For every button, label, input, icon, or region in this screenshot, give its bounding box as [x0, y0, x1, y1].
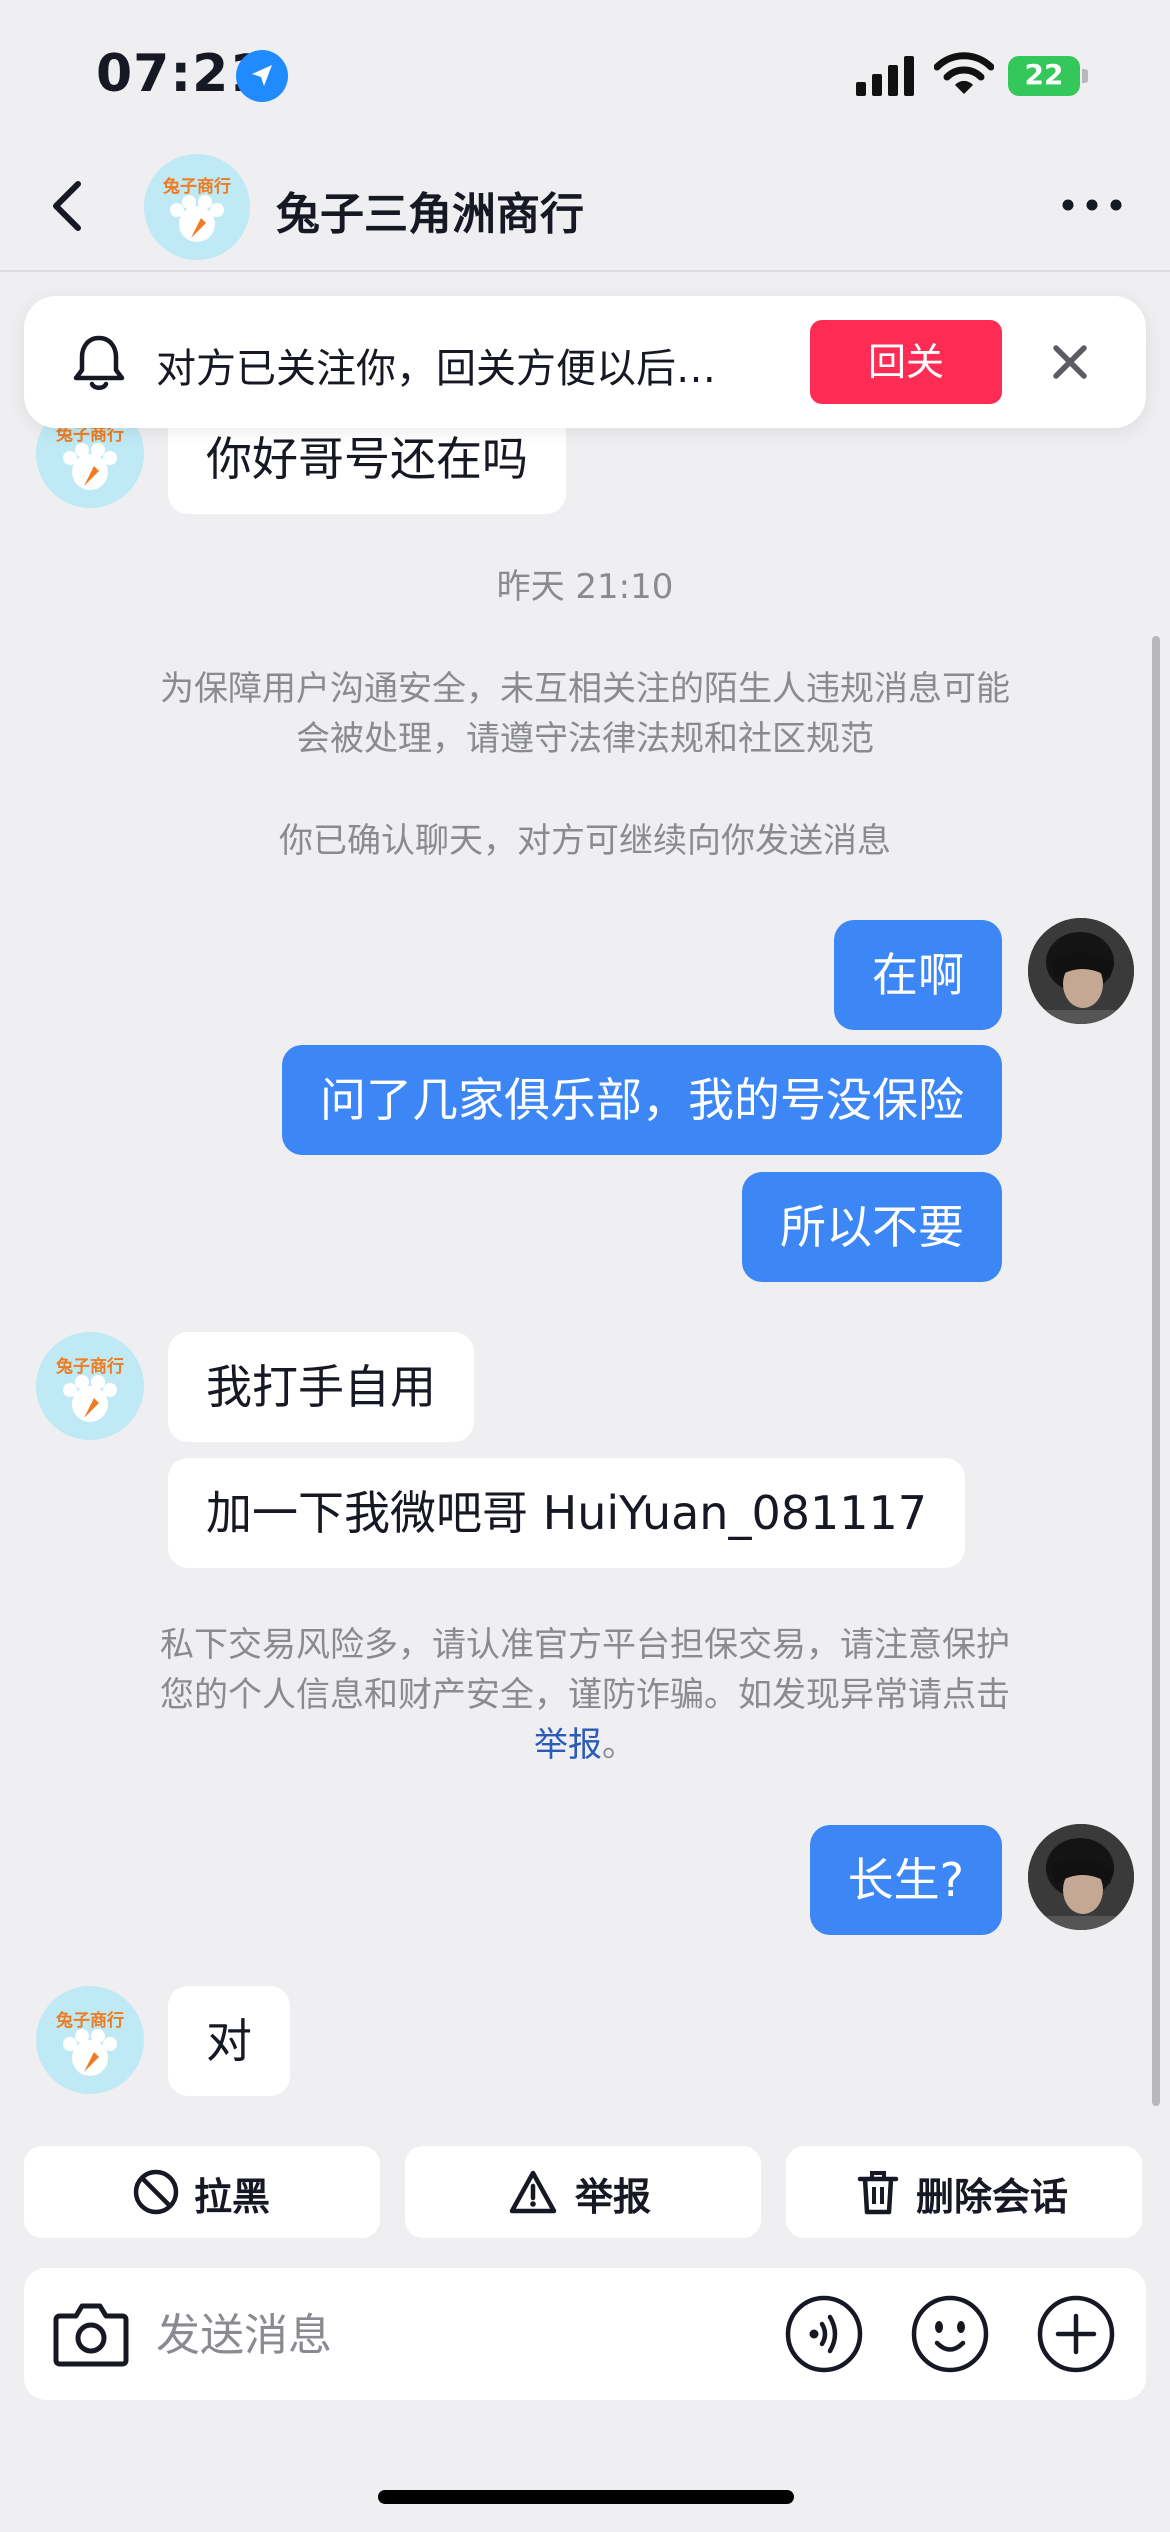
message-bubble-out[interactable]: 问了几家俱乐部，我的号没保险 — [282, 1045, 1002, 1155]
contact-avatar[interactable]: 兔子商行 — [36, 1986, 144, 2094]
message-bubble-in[interactable]: 加一下我微吧哥 HuiYuan_081117 — [168, 1458, 966, 1568]
bell-icon — [70, 332, 128, 394]
system-notice: 为保障用户沟通安全，未互相关注的陌生人违规消息可能会被处理，请遵守法律法规和社区… — [160, 669, 1010, 759]
warning-icon — [509, 2168, 557, 2216]
delete-chat-label: 删除会话 — [916, 2175, 1069, 2219]
cellular-signal-icon — [856, 56, 916, 96]
message-bubble-out[interactable]: 所以不要 — [742, 1172, 1002, 1282]
block-icon — [132, 2168, 180, 2216]
risk-notice-text: 私下交易风险多，请认准官方平台担保交易，请注意保护您的个人信息和财产安全，谨防诈… — [160, 1625, 1010, 1715]
message-input-bar — [24, 2268, 1146, 2400]
delete-chat-button[interactable]: 删除会话 — [786, 2146, 1142, 2238]
report-label: 举报 — [575, 2175, 652, 2219]
follow-back-text: 对方已关注你，回关方便以后… — [156, 346, 716, 392]
emoji-icon[interactable] — [910, 2294, 990, 2374]
status-bar: 07:21 22 — [0, 0, 1170, 140]
message-input[interactable] — [154, 2296, 788, 2374]
risk-notice: 私下交易风险多，请认准官方平台担保交易，请注意保护您的个人信息和财产安全，谨防诈… — [150, 1620, 1020, 1770]
contact-name[interactable]: 兔子三角洲商行 — [276, 178, 584, 242]
avatar-logo-text: 兔子商行 — [55, 1356, 124, 1377]
risk-notice-end: 。 — [602, 1725, 636, 1765]
contact-avatar[interactable]: 兔子商行 — [36, 1332, 144, 1440]
system-notice: 你已确认聊天，对方可继续向你发送消息 — [279, 821, 891, 861]
message-bubble-out[interactable]: 在啊 — [834, 920, 1002, 1030]
more-options-icon[interactable] — [1060, 190, 1124, 220]
back-arrow-icon[interactable] — [40, 176, 100, 236]
message-bubble-in[interactable]: 对 — [168, 1986, 290, 2096]
avatar-logo-text: 兔子商行 — [55, 2010, 124, 2031]
message-bubble-in[interactable]: 我打手自用 — [168, 1332, 474, 1442]
chat-scrollbar[interactable] — [1152, 636, 1160, 2106]
battery-icon: 22 — [1008, 56, 1088, 96]
contact-avatar[interactable]: 兔子商行 — [144, 154, 250, 260]
close-icon[interactable] — [1044, 336, 1096, 388]
trash-icon — [854, 2168, 902, 2216]
report-button[interactable]: 举报 — [405, 2146, 761, 2238]
message-timestamp: 昨天 21:10 — [496, 567, 674, 607]
message-bubble-out[interactable]: 长生? — [809, 1825, 1002, 1935]
voice-icon[interactable] — [784, 2294, 864, 2374]
camera-icon[interactable] — [52, 2296, 130, 2372]
location-arrow-icon — [236, 50, 288, 102]
battery-level: 22 — [1024, 58, 1064, 91]
block-button[interactable]: 拉黑 — [24, 2146, 380, 2238]
my-avatar[interactable] — [1028, 918, 1134, 1024]
my-avatar[interactable] — [1028, 1824, 1134, 1930]
report-link[interactable]: 举报 — [534, 1725, 602, 1765]
follow-back-button[interactable]: 回关 — [810, 320, 1002, 404]
block-label: 拉黑 — [194, 2175, 271, 2219]
plus-icon[interactable] — [1036, 2294, 1116, 2374]
follow-back-banner: 对方已关注你，回关方便以后… 回关 — [24, 296, 1146, 428]
wifi-icon — [933, 52, 995, 96]
home-indicator — [378, 2490, 794, 2504]
avatar-logo-text: 兔子商行 — [162, 176, 231, 197]
chat-header: 兔子商行 兔子三角洲商行 — [0, 140, 1170, 272]
